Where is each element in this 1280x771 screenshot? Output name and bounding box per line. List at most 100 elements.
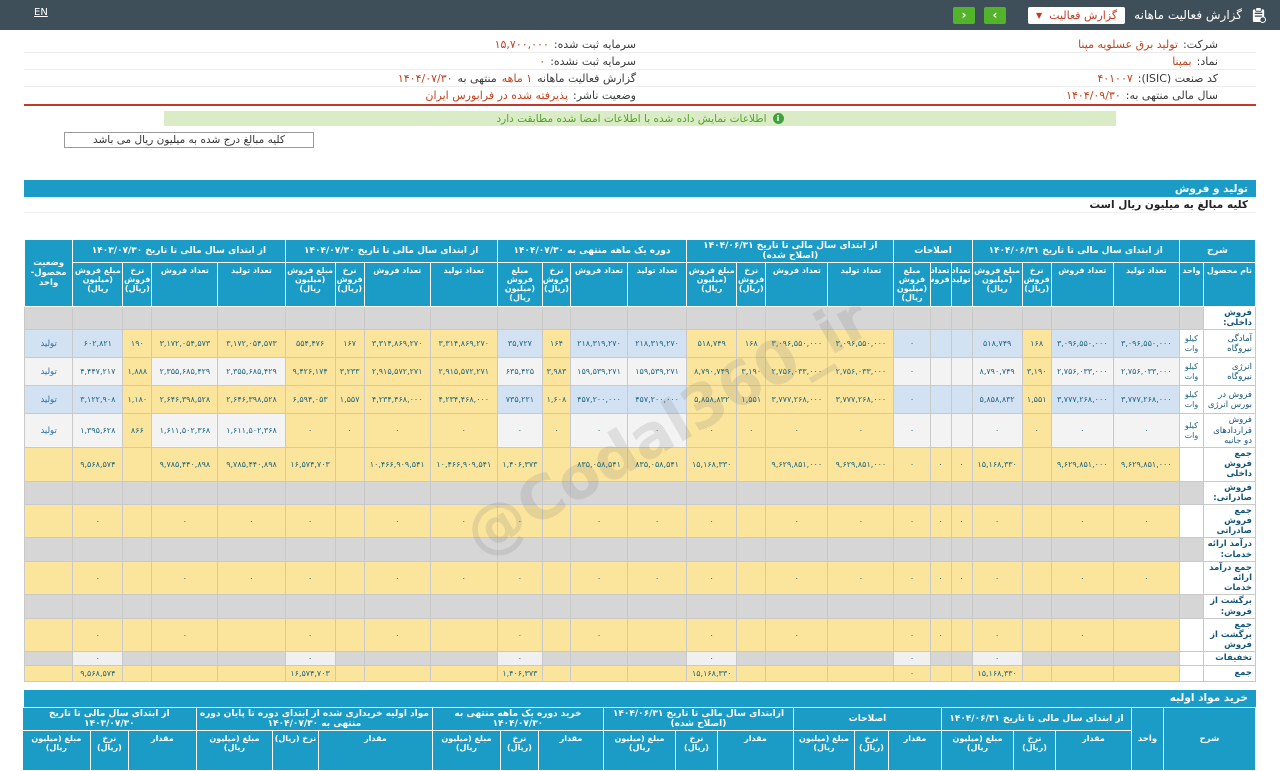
- value-cell: ۱۶۷: [334, 329, 365, 359]
- value-cell: ۰: [496, 617, 543, 653]
- column-header: واحد: [1178, 262, 1204, 307]
- value-cell: ۰: [971, 651, 1023, 666]
- value-cell: [929, 357, 952, 387]
- empty-cell: [736, 480, 767, 505]
- value-cell: ۱۹۰: [122, 329, 153, 359]
- empty-cell: [1178, 594, 1204, 619]
- language-switch-link[interactable]: EN: [34, 7, 48, 18]
- value-cell: [827, 664, 895, 682]
- industry-code-field: کد صنعت (ISIC): ۴۰۱۰۰۷: [640, 72, 1256, 85]
- value-cell: [217, 664, 286, 682]
- value-cell: ۱,۳۹۵,۶۲۸: [72, 413, 124, 448]
- value-cell: ۰: [736, 413, 767, 448]
- value-cell: ۳,۰۹۶,۵۵۰,۰۰۰: [765, 329, 829, 359]
- empty-cell: [827, 537, 895, 562]
- empty-cell: [1021, 537, 1052, 562]
- empty-cell: [151, 594, 219, 619]
- value-cell: ۱,۵۵۷: [334, 385, 365, 415]
- empty-cell: [151, 480, 219, 505]
- empty-cell: [496, 537, 543, 562]
- value-cell: [122, 560, 153, 596]
- value-cell: [736, 560, 767, 596]
- value-cell: [217, 651, 286, 666]
- value-cell: ۳,۱۷۲,۰۵۴,۵۷۳: [151, 329, 219, 359]
- report-type-dropdown[interactable]: گزارش فعالیت ▼: [1028, 6, 1126, 24]
- value-cell: [122, 617, 153, 653]
- value-cell: ۰: [1112, 560, 1180, 596]
- value-cell: ۶۳۵,۴۲۵: [496, 357, 543, 387]
- value-cell: [541, 560, 571, 596]
- column-group-header: مواد اولیه خریداری شده از ابتدای دوره تا…: [195, 706, 433, 731]
- value-cell: [736, 617, 767, 653]
- value-cell: ۰: [627, 560, 688, 596]
- column-header: مبلغ فروش (میلیون ریال): [284, 262, 336, 307]
- column-header: نرخ (ریال): [89, 729, 129, 771]
- value-cell: ۲,۹۱۵,۵۷۲,۲۷۱: [429, 357, 498, 387]
- value-cell: ۹,۵۶۸,۵۷۴: [72, 664, 124, 682]
- value-cell: [950, 329, 973, 359]
- previous-report-button[interactable]: ‹: [953, 6, 976, 24]
- value-cell: ۰: [893, 385, 931, 415]
- value-cell: ۰: [971, 413, 1023, 448]
- value-cell: ۰: [893, 329, 931, 359]
- row-label: جمع: [1202, 664, 1257, 682]
- value-cell: ۲,۷۵۶,۰۳۳,۰۰۰: [827, 357, 895, 387]
- value-cell: ۱۵۹,۵۳۹,۲۷۱: [569, 357, 629, 387]
- table-row: درآمد ارائه خدمات:: [23, 537, 1257, 562]
- section-row-label: درآمد ارائه خدمات:: [1202, 537, 1257, 562]
- value-cell: ۰: [569, 413, 629, 448]
- value-cell: [736, 503, 767, 539]
- value-cell: [627, 651, 688, 666]
- value-cell: [541, 664, 571, 682]
- info-row: سال مالی منتهی به: ۱۴۰۴/۰۹/۳۰ وضعیت ناشر…: [24, 87, 1256, 104]
- value-cell: [151, 664, 219, 682]
- value-cell: ۰: [1112, 503, 1180, 539]
- column-header: مبلغ (میلیون ریال): [195, 729, 273, 771]
- unit-cell: کیلو وات: [1178, 385, 1204, 415]
- column-group-header: شرح: [1163, 706, 1256, 771]
- column-header: نرخ فروش (ریال): [122, 262, 153, 307]
- value-cell: ۰: [284, 413, 336, 448]
- empty-cell: [284, 594, 336, 619]
- unit-cell: [1178, 617, 1204, 653]
- empty-cell: [893, 305, 931, 331]
- empty-cell: [429, 594, 498, 619]
- fiscal-year-value: ۱۴۰۴/۰۹/۳۰: [1066, 89, 1121, 102]
- value-cell: [541, 651, 571, 666]
- value-cell: ۰: [496, 413, 543, 448]
- empty-cell: [627, 305, 688, 331]
- value-cell: ۱,۶۰۸: [541, 385, 571, 415]
- column-header: تعداد فروش: [151, 262, 219, 307]
- value-cell: ۰: [765, 413, 829, 448]
- value-cell: [736, 664, 767, 682]
- value-cell: [429, 664, 498, 682]
- value-cell: ۰: [765, 617, 829, 653]
- empty-cell: [122, 305, 153, 331]
- unit-cell: [1178, 503, 1204, 539]
- value-cell: ۰: [950, 503, 973, 539]
- value-cell: ۰: [151, 617, 219, 653]
- value-cell: [363, 664, 431, 682]
- value-cell: ۱۵۹,۵۳۹,۲۷۱: [627, 357, 688, 387]
- column-group-header: اصلاحات: [893, 239, 973, 263]
- next-report-button[interactable]: ›: [984, 6, 1007, 24]
- column-header: مبلغ (میلیون ریال): [792, 729, 855, 771]
- value-cell: ۱۵,۱۶۸,۳۳۰: [971, 664, 1023, 682]
- empty-cell: [929, 480, 952, 505]
- value-cell: [1021, 664, 1052, 682]
- column-header: تعداد تولید: [217, 262, 286, 307]
- column-header: مبلغ فروش (میلیون ریال): [686, 262, 738, 307]
- column-header: مقدار: [1055, 729, 1132, 771]
- row-label: انرژی نیروگاه: [1202, 357, 1257, 387]
- signed-data-notice-text: اطلاعات نمایش داده شده با اطلاعات امضا ش…: [496, 112, 767, 125]
- value-cell: ۰: [827, 503, 895, 539]
- empty-cell: [765, 305, 829, 331]
- empty-cell: [334, 305, 365, 331]
- column-group-header: واحد: [1131, 706, 1164, 771]
- value-cell: ۸,۷۹۰,۷۴۹: [971, 357, 1023, 387]
- column-header: نرخ فروش (ریال): [736, 262, 767, 307]
- value-cell: ۵۱۸,۷۴۹: [686, 329, 738, 359]
- value-cell: [541, 446, 571, 482]
- value-cell: [429, 617, 498, 653]
- value-cell: [1050, 664, 1114, 682]
